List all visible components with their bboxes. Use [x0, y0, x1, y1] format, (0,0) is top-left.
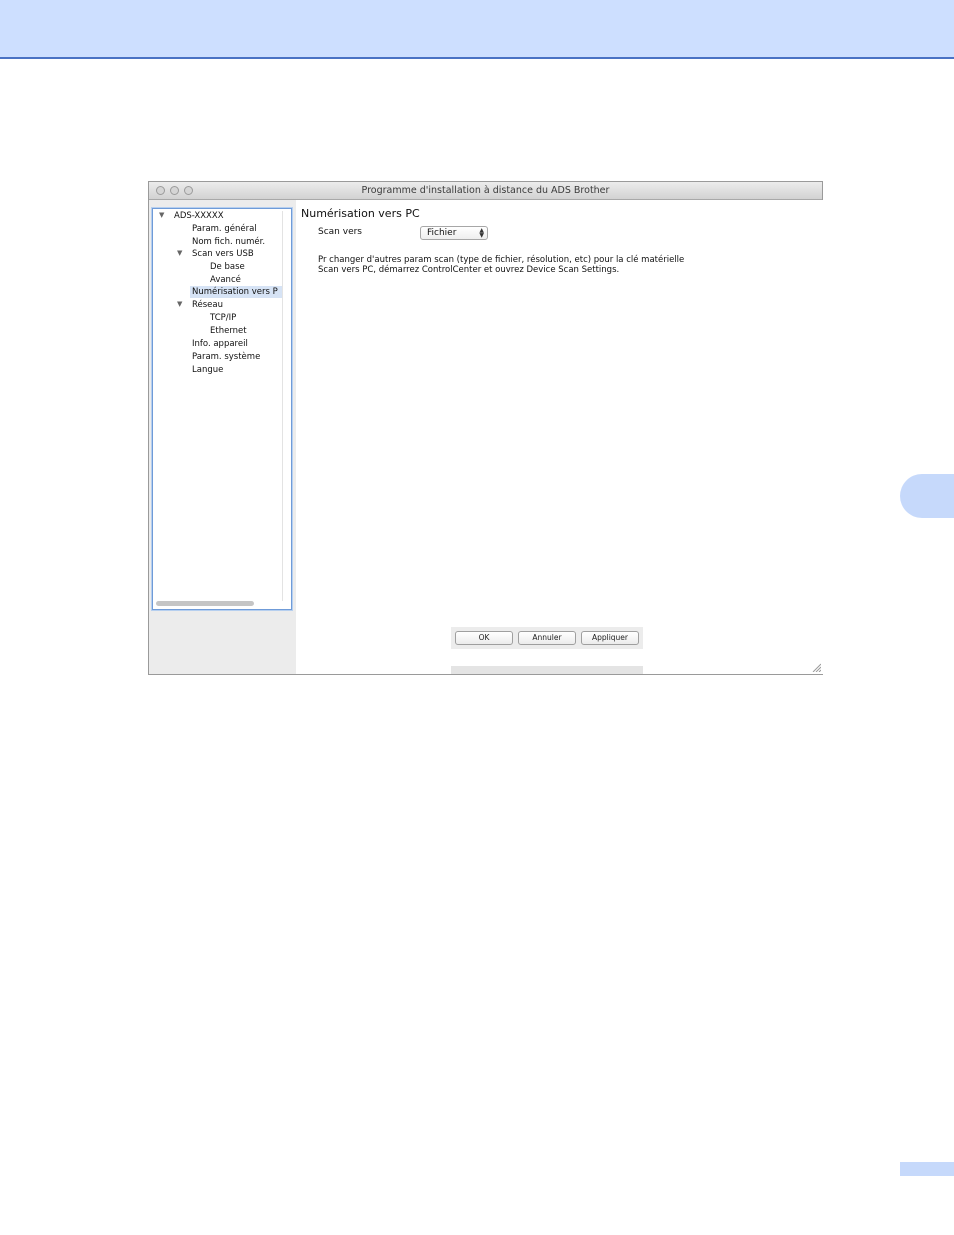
app-window: Programme d'installation à distance du A… — [148, 181, 823, 675]
scan-to-label: Scan vers — [318, 227, 362, 237]
tree-item-language[interactable]: Langue — [192, 364, 223, 376]
info-line-1: Pr changer d'autres param scan (type de … — [318, 255, 685, 265]
tree-item-system-settings[interactable]: Param. système — [192, 351, 260, 363]
info-line-2: Scan vers PC, démarrez ControlCenter et … — [318, 265, 620, 275]
tree-item-general-settings[interactable]: Param. général — [192, 223, 257, 235]
panel-title: Numérisation vers PC — [301, 207, 420, 220]
chapter-tab — [900, 474, 954, 518]
apply-button[interactable]: Appliquer — [581, 631, 639, 645]
tree-item-tcpip[interactable]: TCP/IP — [210, 312, 236, 324]
title-bar[interactable]: Programme d'installation à distance du A… — [149, 182, 822, 200]
updown-arrows-icon: ▲ ▼ — [479, 227, 484, 239]
tree-item-network[interactable]: Réseau — [192, 299, 223, 311]
tree-vertical-scrollbar[interactable] — [282, 211, 291, 601]
scan-to-select[interactable]: Fichier ▲ ▼ — [420, 226, 488, 240]
disclosure-triangle-icon[interactable]: ▼ — [177, 298, 182, 310]
disclosure-triangle-icon[interactable]: ▼ — [177, 247, 182, 259]
tree-item-device-info[interactable]: Info. appareil — [192, 338, 248, 350]
page-header-band — [0, 0, 954, 59]
tree-item-scan-to-usb[interactable]: Scan vers USB — [192, 248, 254, 260]
tree-item-ethernet[interactable]: Ethernet — [210, 325, 247, 337]
resize-grip-icon[interactable] — [812, 663, 821, 672]
button-bar: OK Annuler Appliquer — [451, 627, 643, 649]
tree-horizontal-scrollbar[interactable] — [156, 601, 254, 606]
settings-tree: ▼ ADS-XXXXX Param. général Nom fich. num… — [152, 208, 292, 610]
info-text: Pr changer d'autres param scan (type de … — [318, 255, 738, 275]
tree-item-file-name[interactable]: Nom fich. numér. — [192, 236, 265, 248]
scan-to-value: Fichier — [427, 228, 457, 238]
sidebar: ▼ ADS-XXXXX Param. général Nom fich. num… — [149, 200, 295, 652]
disclosure-triangle-icon[interactable]: ▼ — [159, 209, 164, 221]
tree-item-basic[interactable]: De base — [210, 261, 245, 273]
ok-button[interactable]: OK — [455, 631, 513, 645]
settings-panel: Numérisation vers PC Scan vers Fichier ▲… — [296, 200, 823, 674]
window-title: Programme d'installation à distance du A… — [361, 185, 610, 196]
tree-item-scan-to-pc[interactable]: Numérisation vers P — [190, 286, 282, 298]
tree-item-advanced[interactable]: Avancé — [210, 274, 241, 286]
page-number-tab — [900, 1162, 954, 1176]
tree-item-device[interactable]: ADS-XXXXX — [174, 210, 224, 222]
status-strip — [451, 666, 643, 674]
cancel-button[interactable]: Annuler — [518, 631, 576, 645]
